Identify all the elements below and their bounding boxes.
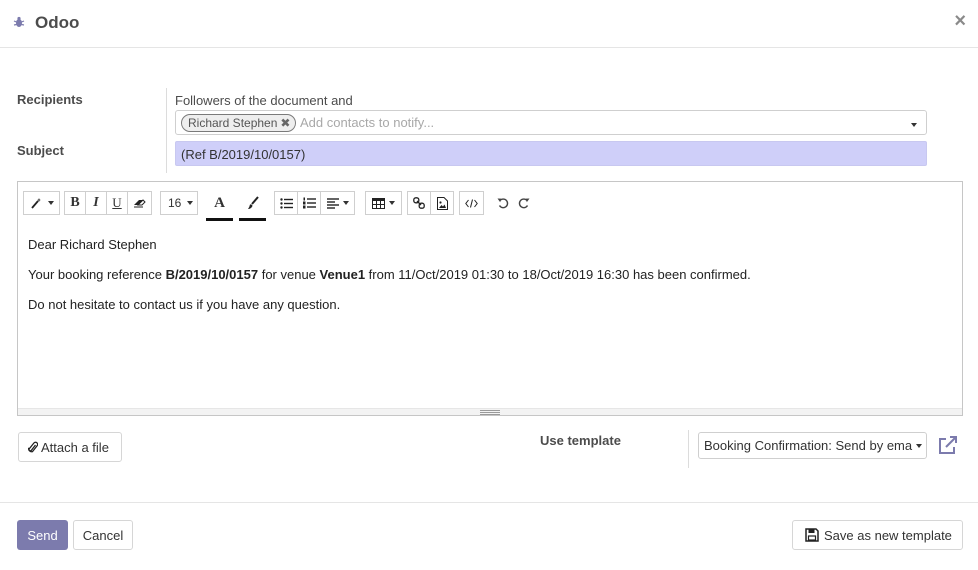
dialog-footer: Send Cancel Save as new template (0, 502, 978, 570)
send-button[interactable]: Send (17, 520, 68, 550)
compose-email-dialog: Odoo × Recipients Followers of the docum… (0, 0, 978, 570)
attach-file-button[interactable]: Attach a file (18, 432, 122, 462)
link-button[interactable] (407, 191, 431, 215)
bug-icon (13, 16, 25, 27)
recipient-tag-label: Richard Stephen (188, 116, 278, 130)
recipients-input[interactable]: Richard Stephen ✖ Add contacts to notify.… (175, 110, 927, 135)
body-text-segment: Your booking reference (28, 267, 166, 282)
table-dropdown-button[interactable] (365, 191, 402, 215)
list-ol-icon (302, 197, 316, 209)
undo-button[interactable] (492, 191, 514, 215)
recipients-label: Recipients (17, 92, 83, 107)
align-dropdown-button[interactable] (320, 191, 355, 215)
paragraph-group (274, 191, 355, 215)
font-size-dropdown[interactable]: 16 (160, 191, 198, 215)
template-selected-value: Booking Confirmation: Send by ema (704, 438, 913, 453)
subject-input[interactable]: (Ref B/2019/10/0157) (175, 141, 927, 166)
code-icon (465, 198, 478, 208)
list-ul-icon (279, 197, 293, 209)
chevron-down-icon (187, 201, 194, 205)
chevron-down-icon (916, 444, 922, 448)
underline-button[interactable]: U (106, 191, 128, 215)
attach-file-label: Attach a file (41, 439, 109, 455)
field-divider (166, 88, 167, 173)
followers-text: Followers of the document and (175, 93, 353, 108)
magic-wand-icon (30, 198, 41, 209)
body-greeting: Dear Richard Stephen (28, 237, 157, 252)
venue-name: Venue1 (319, 267, 366, 282)
cancel-button[interactable]: Cancel (73, 520, 133, 550)
style-dropdown-button[interactable] (23, 191, 60, 215)
italic-button[interactable]: I (85, 191, 107, 215)
highlight-color-indicator (239, 218, 266, 221)
dialog-title: Odoo (35, 13, 80, 32)
subject-label: Subject (17, 143, 64, 158)
body-text-segment: for venue (258, 267, 320, 282)
save-as-template-label: Save as new template (824, 527, 952, 543)
paperclip-icon (28, 441, 38, 452)
chevron-down-icon[interactable] (911, 123, 917, 127)
save-icon (805, 528, 819, 542)
font-color-indicator (206, 218, 233, 221)
remove-tag-icon[interactable]: ✖ (280, 116, 290, 130)
external-link-icon[interactable] (937, 434, 959, 456)
body-closing: Do not hesitate to contact us if you hav… (28, 297, 341, 312)
recipient-tag: Richard Stephen ✖ (181, 114, 297, 132)
table-group (365, 191, 402, 215)
chevron-down-icon (47, 201, 54, 205)
table-icon (372, 197, 385, 209)
paint-brush-icon (247, 196, 259, 209)
editor-resize-handle[interactable] (18, 408, 962, 415)
booking-reference: B/2019/10/0157 (165, 267, 259, 282)
subject-value: (Ref B/2019/10/0157) (181, 147, 306, 162)
font-size-value: 16 (168, 196, 182, 210)
align-left-icon (326, 197, 339, 209)
recipients-placeholder: Add contacts to notify... (300, 115, 435, 130)
dialog-header: Odoo × (0, 0, 978, 48)
resize-grip-icon (480, 410, 500, 415)
cancel-label: Cancel (82, 527, 124, 543)
field-divider (688, 430, 689, 468)
template-select[interactable]: Booking Confirmation: Send by ema (698, 432, 927, 459)
undo-icon (497, 198, 509, 209)
code-view-button[interactable] (459, 191, 484, 215)
body-text-segment: from 11/Oct/2019 01:30 to 18/Oct/2019 16… (365, 267, 751, 282)
style-group (23, 191, 60, 215)
eraser-icon (134, 199, 146, 208)
unordered-list-button[interactable] (274, 191, 298, 215)
highlight-color-button[interactable] (239, 191, 266, 221)
font-color-label: A (214, 194, 225, 211)
body-confirmation: Your booking reference B/2019/10/0157 fo… (28, 267, 751, 283)
image-button[interactable] (430, 191, 454, 215)
ordered-list-button[interactable] (297, 191, 321, 215)
close-icon[interactable]: × (954, 11, 966, 31)
file-image-icon (436, 196, 448, 210)
font-size-group: 16 (160, 191, 198, 215)
code-group (459, 191, 484, 215)
redo-icon (518, 198, 530, 209)
font-color-button[interactable]: A (206, 191, 233, 221)
link-icon (413, 197, 425, 209)
redo-button[interactable] (513, 191, 535, 215)
bold-button[interactable]: B (64, 191, 86, 215)
insert-group (407, 191, 454, 215)
font-color-group: A (206, 191, 233, 221)
highlight-group (239, 191, 266, 221)
eraser-button[interactable] (127, 191, 152, 215)
rich-text-editor[interactable]: B I U 16 A Dear Richard Stephen Your boo… (17, 181, 963, 416)
chevron-down-icon (389, 201, 395, 205)
history-group (492, 191, 535, 215)
chevron-down-icon (342, 201, 349, 205)
use-template-label: Use template (540, 433, 621, 448)
email-body[interactable]: Dear Richard Stephen Your booking refere… (28, 237, 751, 327)
format-group: B I U (64, 191, 152, 215)
save-as-template-button[interactable]: Save as new template (792, 520, 963, 550)
